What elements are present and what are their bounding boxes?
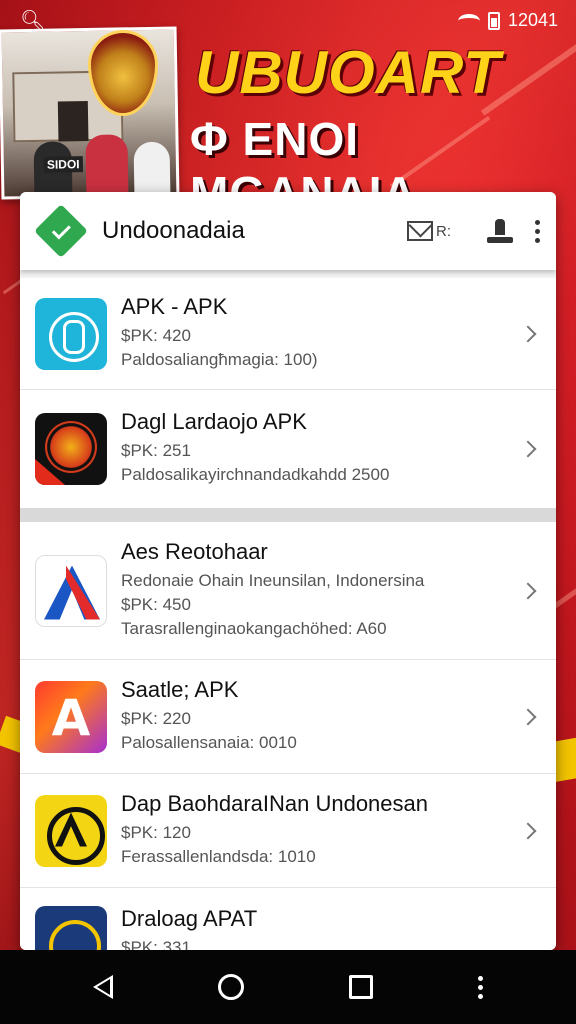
item-detail: Palosallensanaia: 0010 bbox=[121, 732, 297, 752]
battery-icon bbox=[487, 11, 500, 30]
upload-button[interactable] bbox=[487, 219, 513, 243]
chevron-right-icon bbox=[519, 325, 537, 342]
app-window: Undoonadaia R: APK - APK $PK: 420 Paldos… bbox=[20, 192, 556, 950]
badge-app-icon bbox=[35, 413, 107, 485]
a-yellow-app-icon bbox=[35, 794, 107, 867]
item-title: Aes Reotohaar bbox=[121, 538, 268, 564]
mail-icon bbox=[407, 221, 433, 241]
upload-icon bbox=[487, 219, 513, 243]
item-title: Draloag APAT bbox=[121, 906, 258, 931]
list-item[interactable]: Dagl Lardaojo APK $PK: 251 Paldosalikayi… bbox=[20, 390, 556, 508]
more-vert-icon[interactable] bbox=[535, 219, 540, 243]
item-detail: Paldosalikayirchnandadkahdd 2500 bbox=[121, 465, 390, 484]
photo-person bbox=[85, 134, 129, 200]
item-title: APK - APK bbox=[121, 293, 228, 319]
chevron-right-icon bbox=[519, 708, 537, 725]
a-red-blue-app-icon bbox=[35, 554, 107, 627]
app-toolbar: Undoonadaia R: bbox=[20, 192, 556, 270]
item-price: $PK: 120 bbox=[121, 822, 191, 842]
item-subtitle: Redonaie Ohain Ineunsilan, Indonersina bbox=[121, 570, 425, 590]
item-detail: Ferassallenlandsda: 1010 bbox=[121, 846, 316, 866]
photo-door bbox=[57, 101, 89, 142]
status-time: 12041 bbox=[507, 10, 558, 30]
item-title: Dap BaohdaraINan Undonesan bbox=[121, 790, 429, 816]
wifi-icon bbox=[457, 13, 480, 28]
status-icons: 12041 bbox=[457, 10, 558, 31]
list-item[interactable]: APK - APK $PK: 420 Paldosaliangħmagia: 1… bbox=[20, 278, 556, 390]
item-price: $PK: 251 bbox=[121, 441, 191, 460]
photo-person bbox=[133, 141, 171, 200]
recents-icon[interactable] bbox=[349, 975, 374, 999]
back-icon[interactable] bbox=[92, 975, 113, 999]
section-divider bbox=[20, 508, 556, 522]
list-item[interactable]: Dap BaohdaraINan Undonesan $PK: 120 Fera… bbox=[20, 774, 556, 888]
more-vert-icon[interactable] bbox=[478, 975, 484, 999]
mail-button[interactable]: R: bbox=[407, 221, 451, 241]
photo-sign: SIDOI bbox=[43, 156, 83, 173]
item-price: $PK: 420 bbox=[121, 325, 191, 345]
dark-badge-app-icon bbox=[35, 906, 107, 950]
banner-title: UBUOART bbox=[195, 39, 501, 106]
list-item[interactable]: Saatle; APK $PK: 220 Palosallensanaia: 0… bbox=[20, 660, 556, 774]
mail-suffix: R: bbox=[436, 222, 451, 240]
toolbar-title: Undoonadaia bbox=[102, 217, 245, 244]
item-detail: Tarasrallenginaokangachöhed: A60 bbox=[121, 618, 387, 638]
item-price: $PK: 331 bbox=[121, 938, 191, 950]
navigation-bar bbox=[0, 950, 576, 1024]
item-detail: Paldosaliangħmagia: 100) bbox=[121, 349, 318, 369]
chevron-right-icon bbox=[519, 582, 537, 599]
item-price: $PK: 450 bbox=[121, 594, 191, 614]
home-icon[interactable] bbox=[217, 974, 244, 1000]
a-gradient-app-icon bbox=[35, 680, 107, 753]
item-title: Saatle; APK bbox=[121, 676, 239, 702]
item-price: $PK: 220 bbox=[121, 708, 191, 728]
atom-app-icon bbox=[35, 297, 107, 370]
check-logo-icon bbox=[34, 204, 88, 258]
app-list-section: APK - APK $PK: 420 Paldosaliangħmagia: 1… bbox=[20, 278, 556, 508]
list-item[interactable]: Aes Reotohaar Redonaie Ohain Ineunsilan,… bbox=[20, 522, 556, 660]
list-item[interactable]: Draloag APAT $PK: 331 bbox=[20, 888, 556, 950]
chevron-right-icon bbox=[519, 440, 537, 458]
item-title: Dagl Lardaojo APK bbox=[121, 409, 307, 434]
app-list-section: Aes Reotohaar Redonaie Ohain Ineunsilan,… bbox=[20, 522, 556, 950]
chevron-right-icon bbox=[519, 822, 537, 839]
